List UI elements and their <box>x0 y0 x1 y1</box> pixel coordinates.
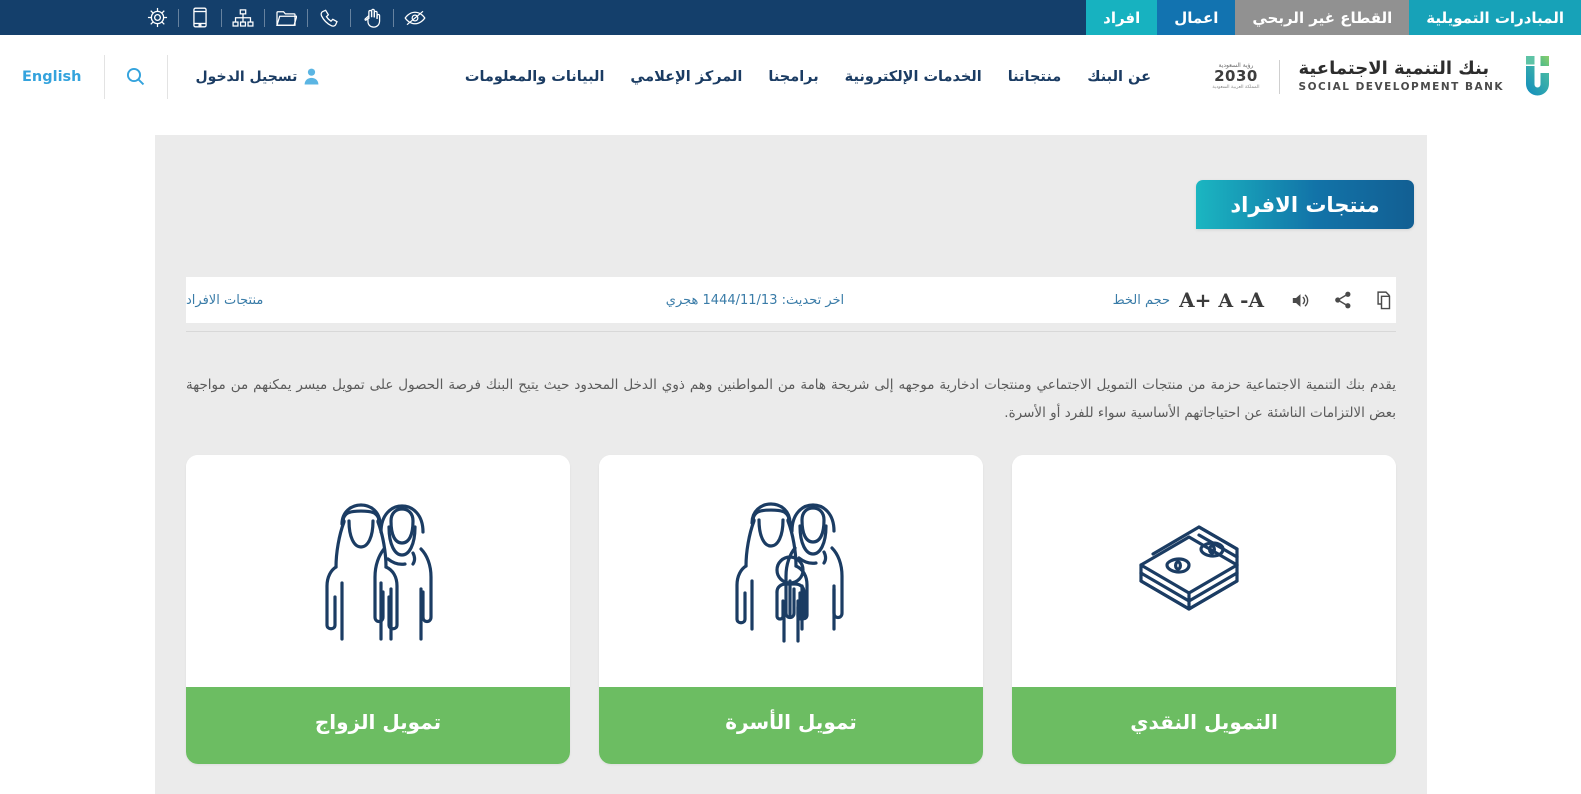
sector-tabs: المبادرات التمويلية القطاع غير الربحي اع… <box>1086 0 1581 35</box>
settings-gear-icon[interactable] <box>140 0 174 35</box>
last-updated-text: اخر تحديث: 1444/11/13 هجري <box>665 292 845 308</box>
nav-item-our-programs[interactable]: برامجنا <box>768 69 818 85</box>
font-decrease-button[interactable]: A- <box>1240 288 1264 312</box>
login-label: تسجيل الدخول <box>195 68 298 85</box>
nav-item-e-services[interactable]: الخدمات الإلكترونية <box>845 69 982 85</box>
content-canvas: منتجات الافراد منتجات الافراد اخر تحديث:… <box>155 135 1427 794</box>
top-tab-individuals[interactable]: افراد <box>1086 0 1158 35</box>
family-icon <box>599 455 983 687</box>
brand-name-en: SOCIAL DEVELOPMENT BANK <box>1298 81 1504 94</box>
page-actions <box>1264 289 1396 311</box>
nav-item-our-products[interactable]: منتجاتنا <box>1008 69 1062 85</box>
listen-speaker-icon[interactable] <box>1290 289 1312 311</box>
mobile-icon[interactable] <box>183 0 217 35</box>
toolbar-divider <box>186 331 1396 332</box>
money-stack-icon <box>1012 455 1396 687</box>
divider <box>1278 59 1280 94</box>
top-tab-nonprofit-sector[interactable]: القطاع غير الربحي <box>1235 0 1410 35</box>
font-normal-button[interactable]: A <box>1218 290 1233 312</box>
search-icon <box>126 67 145 86</box>
product-card-grid: تمويل الزواج تمويل الأسرة التمويل النقدي <box>186 455 1396 764</box>
product-card-label: التمويل النقدي <box>1012 687 1396 764</box>
font-increase-button[interactable]: +A <box>1179 288 1211 312</box>
divider <box>103 54 105 99</box>
login-button[interactable]: تسجيل الدخول <box>168 68 340 85</box>
brand-logo-block[interactable]: بنك التنمية الاجتماعية SOCIAL DEVELOPMEN… <box>1212 54 1559 100</box>
product-card-label: تمويل الزواج <box>186 687 570 764</box>
font-size-controls: حجم الخط +A A A- <box>1085 288 1264 312</box>
brand-name-block: بنك التنمية الاجتماعية SOCIAL DEVELOPMEN… <box>1299 60 1504 93</box>
top-tab-financing-initiatives[interactable]: المبادرات التمويلية <box>1409 0 1581 35</box>
nav-item-media-center[interactable]: المركز الإعلامي <box>630 69 742 85</box>
product-card-label: تمويل الأسرة <box>599 687 983 764</box>
page-title: منتجات الافراد <box>1196 180 1414 229</box>
eye-slash-icon[interactable] <box>398 0 432 35</box>
language-switch-link[interactable]: English <box>0 69 104 85</box>
copy-icon[interactable] <box>1374 289 1396 311</box>
top-utility-bar: المبادرات التمويلية القطاع غير الربحي اع… <box>0 0 1581 35</box>
phone-icon[interactable] <box>312 0 346 35</box>
vision-sub-text: المملكة العربية السعودية <box>1212 84 1260 90</box>
folder-icon[interactable] <box>269 0 303 35</box>
couple-icon <box>186 455 570 687</box>
brand-name-ar: بنك التنمية الاجتماعية <box>1298 58 1490 80</box>
divider <box>166 54 168 99</box>
page-toolbar: منتجات الافراد اخر تحديث: 1444/11/13 هجر… <box>186 277 1396 323</box>
divider <box>264 8 265 27</box>
accessibility-icon-group <box>140 0 432 35</box>
vision-2030-logo: رؤية السعودية 2030 المملكة العربية السعو… <box>1212 62 1260 91</box>
user-avatar-icon <box>304 68 319 85</box>
site-header: بنك التنمية الاجتماعية SOCIAL DEVELOPMEN… <box>0 35 1581 118</box>
sitemap-icon[interactable] <box>226 0 260 35</box>
intro-paragraph: يقدم بنك التنمية الاجتماعية حزمة من منتج… <box>186 377 1396 421</box>
divider <box>307 8 308 27</box>
sdb-logo-icon <box>1517 54 1559 100</box>
font-size-label: حجم الخط <box>1112 292 1171 308</box>
nav-item-data-information[interactable]: البيانات والمعلومات <box>465 69 605 85</box>
divider <box>350 8 351 27</box>
nav-item-about-bank[interactable]: عن البنك <box>1087 69 1151 85</box>
header-utilities: تسجيل الدخول English <box>0 54 340 99</box>
share-icon[interactable] <box>1332 289 1354 311</box>
search-button[interactable] <box>105 55 167 99</box>
main-navigation: عن البنك منتجاتنا الخدمات الإلكترونية بر… <box>465 69 1151 85</box>
product-card-marriage-financing[interactable]: تمويل الزواج <box>186 455 570 764</box>
product-card-cash-financing[interactable]: التمويل النقدي <box>1012 455 1396 764</box>
divider <box>393 8 394 27</box>
divider <box>178 8 179 27</box>
product-card-family-financing[interactable]: تمويل الأسرة <box>599 455 983 764</box>
vision-number: 2030 <box>1214 66 1258 85</box>
breadcrumb[interactable]: منتجات الافراد <box>186 293 285 308</box>
divider <box>221 8 222 27</box>
top-tab-business[interactable]: اعمال <box>1157 0 1236 35</box>
sign-language-hand-icon[interactable] <box>355 0 389 35</box>
